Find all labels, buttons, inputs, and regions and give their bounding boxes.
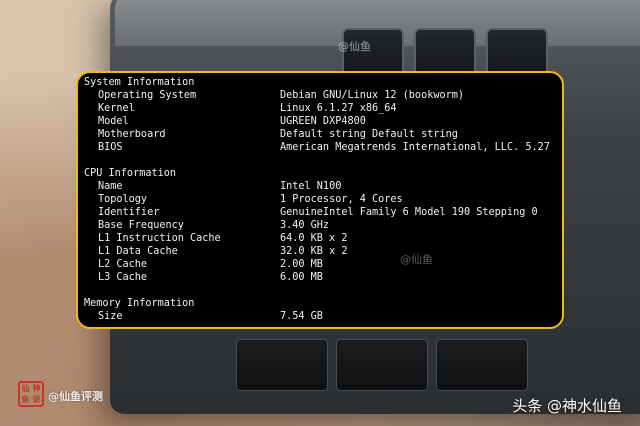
drive-bay-lower xyxy=(236,339,328,391)
l1-data-cache-value: 32.0 KB x 2 xyxy=(280,246,348,257)
seal-logo: 仙 神 鱼 说 xyxy=(18,381,44,407)
seal-char: 说 xyxy=(32,395,41,404)
memory-info-heading: Memory Information xyxy=(84,298,195,309)
drive-bay-lower xyxy=(336,339,428,391)
terminal-window: System Information Operating System Debi… xyxy=(76,71,564,329)
l1-instruction-cache-label: L1 Instruction Cache xyxy=(98,233,221,244)
os-value: Debian GNU/Linux 12 (bookworm) xyxy=(280,90,465,101)
seal-char: 神 xyxy=(32,384,41,393)
drive-bay xyxy=(414,28,476,76)
l1-instruction-cache-value: 64.0 KB x 2 xyxy=(280,233,348,244)
cpu-name-label: Name xyxy=(98,181,123,192)
bios-label: BIOS xyxy=(98,142,123,153)
cpu-name-value: Intel N100 xyxy=(280,181,342,192)
motherboard-value: Default string Default string xyxy=(280,129,458,140)
system-info-heading: System Information xyxy=(84,77,195,88)
l2-cache-label: L2 Cache xyxy=(98,259,148,270)
seal-char: 鱼 xyxy=(21,395,30,404)
identifier-value: GenuineIntel Family 6 Model 190 Stepping… xyxy=(280,207,538,218)
photo-watermark: @仙鱼 xyxy=(338,40,371,53)
source-watermark: 头条 @神水仙鱼 xyxy=(512,397,622,415)
memory-size-value: 7.54 GB xyxy=(280,311,323,322)
memory-size-label: Size xyxy=(98,311,123,322)
base-frequency-value: 3.40 GHz xyxy=(280,220,330,231)
cpu-info-heading: CPU Information xyxy=(84,168,177,179)
base-frequency-label: Base Frequency xyxy=(98,220,184,231)
drive-bay xyxy=(486,28,548,76)
seal-char: 仙 xyxy=(21,384,30,393)
model-label: Model xyxy=(98,116,129,127)
l2-cache-value: 2.00 MB xyxy=(280,259,323,270)
l1-data-cache-label: L1 Data Cache xyxy=(98,246,178,257)
motherboard-label: Motherboard xyxy=(98,129,166,140)
topology-value: 1 Processor, 4 Cores xyxy=(280,194,403,205)
l3-cache-label: L3 Cache xyxy=(98,272,148,283)
topology-label: Topology xyxy=(98,194,148,205)
os-label: Operating System xyxy=(98,90,197,101)
kernel-value: Linux 6.1.27 x86_64 xyxy=(280,103,397,114)
bios-value: American Megatrends International, LLC. … xyxy=(280,142,550,153)
drive-bay-lower xyxy=(436,339,528,391)
terminal-watermark: @仙鱼 xyxy=(400,253,433,266)
model-value: UGREEN DXP4800 xyxy=(280,116,366,127)
brand-watermark: @仙鱼评测 xyxy=(48,390,103,403)
l3-cache-value: 6.00 MB xyxy=(280,272,323,283)
kernel-label: Kernel xyxy=(98,103,135,114)
identifier-label: Identifier xyxy=(98,207,160,218)
